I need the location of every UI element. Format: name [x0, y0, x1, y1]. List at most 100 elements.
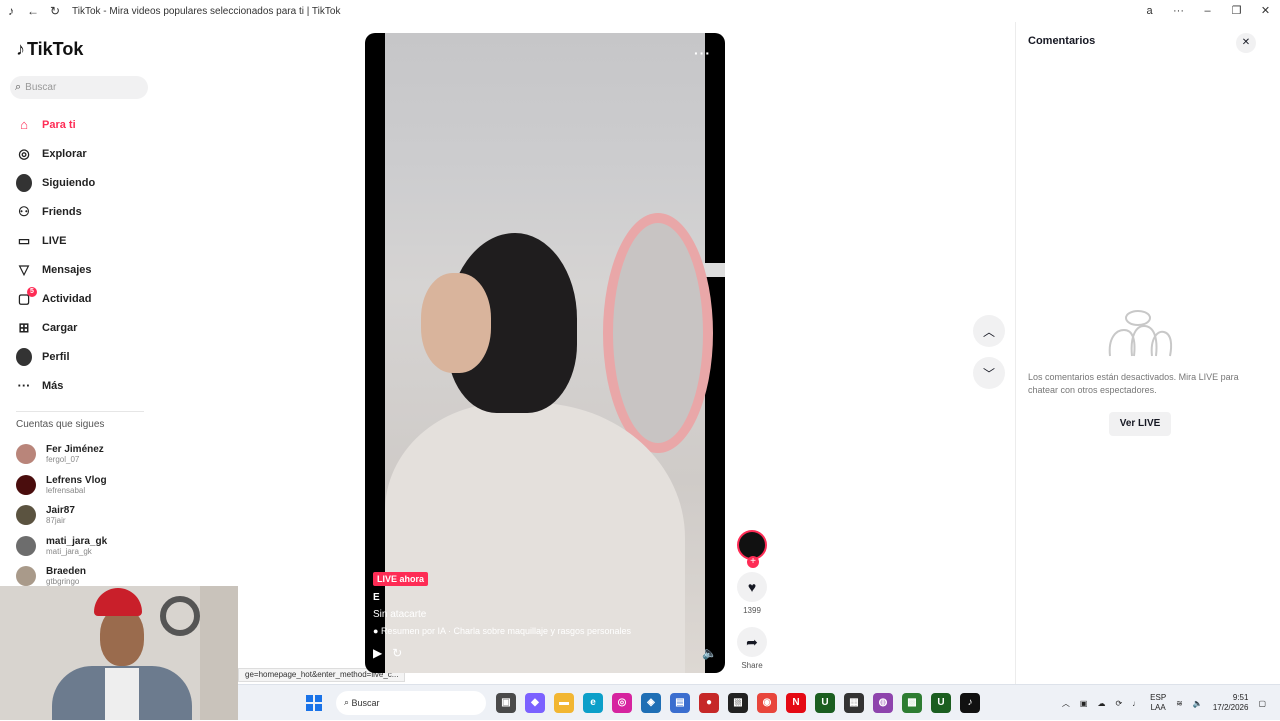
- back-icon[interactable]: ←: [22, 0, 44, 22]
- edge-icon[interactable]: e: [583, 692, 603, 713]
- netflix-icon[interactable]: N: [786, 692, 806, 713]
- more-icon[interactable]: ···: [1164, 0, 1193, 22]
- sidebar-item-label: LIVE: [42, 234, 67, 247]
- notification-icon[interactable]: ▢: [1258, 699, 1266, 708]
- taskbar-apps: ▣ ◆ ▬ e ◎ ◈ ▤ ● ▧ ◉ N U ▦ ◍ ▩ U ♪: [496, 692, 980, 713]
- tiktok-note-icon: ♪: [16, 39, 25, 59]
- headphones-image: [160, 596, 200, 636]
- sidebar-item-label: Siguiendo: [42, 176, 96, 189]
- following-avatar: [16, 474, 36, 495]
- minimize-icon[interactable]: –: [1193, 0, 1222, 22]
- following-item[interactable]: Lefrens Vlog lefrensabal: [16, 470, 156, 501]
- taskbar-search[interactable]: ⌕ Buscar: [336, 690, 486, 715]
- taskbar-clock[interactable]: 9:51 17/2/2026: [1213, 693, 1249, 713]
- sidebar-item-following-avatar[interactable]: Siguiendo: [0, 168, 160, 197]
- next-video-button[interactable]: ﹀: [973, 357, 1005, 389]
- sidebar-item-more-dots[interactable]: ··· Más: [0, 371, 160, 400]
- more-dots-icon: ···: [17, 378, 31, 393]
- windows-start-icon[interactable]: [306, 694, 322, 711]
- replay-icon[interactable]: ↻: [392, 646, 402, 660]
- video-frame: [385, 33, 725, 673]
- ai-summary: ● Resumen por IA · Charla sobre maquilla…: [373, 626, 631, 636]
- following-handle: gtbgringo: [46, 577, 80, 587]
- search-input[interactable]: ⌕ Buscar: [10, 76, 148, 99]
- wifi-icon[interactable]: ≋: [1176, 699, 1183, 708]
- video-author[interactable]: E: [373, 592, 380, 603]
- scene-face: [421, 273, 491, 373]
- taskbar-search-placeholder: Buscar: [351, 697, 380, 708]
- comments-disabled-message: Los comentarios están desactivados. Mira…: [1028, 372, 1239, 395]
- mic-icon[interactable]: ♩: [1132, 699, 1140, 708]
- browser-titlebar: ♪ ← ↻ TikTok - Mira videos populares sel…: [0, 0, 1280, 22]
- like-button[interactable]: ♥: [737, 572, 767, 602]
- close-comments-button[interactable]: ✕: [1236, 33, 1256, 53]
- following-item[interactable]: Jair87 87jair: [16, 500, 156, 531]
- tiktok-logo[interactable]: ♪ TikTok: [16, 39, 83, 60]
- restore-icon[interactable]: ❐: [1222, 0, 1251, 22]
- volume-icon[interactable]: 🔈: [702, 646, 717, 660]
- share-button[interactable]: ➦: [737, 627, 767, 657]
- sidebar-item-upload[interactable]: ⊞ Cargar: [0, 313, 160, 342]
- folder-icon[interactable]: ▬: [554, 692, 574, 713]
- chrome-icon[interactable]: ◉: [757, 692, 777, 713]
- watch-live-button[interactable]: Ver LIVE: [1109, 412, 1171, 436]
- capcut-icon[interactable]: ▧: [728, 692, 748, 713]
- speaker-icon[interactable]: 🔈: [1193, 699, 1203, 708]
- video-controls: ▶ ↻: [373, 646, 402, 660]
- sidebar-item-label: Explorar: [42, 147, 87, 160]
- previous-video-button[interactable]: ︿: [973, 315, 1005, 347]
- close-icon[interactable]: ✕: [1251, 0, 1280, 22]
- play-icon[interactable]: ▶: [373, 646, 382, 660]
- live-now-badge[interactable]: LIVE ahora: [373, 572, 429, 586]
- following-name: Jair87: [46, 505, 75, 517]
- cloud-icon[interactable]: ☁: [1097, 699, 1105, 708]
- windows-taskbar: ⌕ Buscar ▣ ◆ ▬ e ◎ ◈ ▤ ● ▧ ◉ N U ▦ ◍ ▩ U ♪ ︿ ▣ ☁ ⟳ ♩ ESP…: [238, 684, 1280, 720]
- sidebar-item-label: Cargar: [42, 321, 78, 334]
- store-icon[interactable]: ▤: [670, 692, 690, 713]
- copilot-icon[interactable]: ◆: [525, 692, 545, 713]
- security-icon[interactable]: ◈: [641, 692, 661, 713]
- translate-icon[interactable]: a: [1135, 0, 1164, 22]
- notes-icon[interactable]: ▦: [844, 692, 864, 713]
- scene-mirror: [603, 213, 713, 453]
- search-placeholder: Buscar: [25, 82, 57, 93]
- share-label: Share: [741, 661, 763, 670]
- instagram-icon[interactable]: ◎: [612, 692, 632, 713]
- following-name: Fer Jiménez: [46, 444, 104, 456]
- follow-plus-icon[interactable]: +: [747, 556, 759, 568]
- creator-live-avatar[interactable]: +: [737, 530, 767, 568]
- chat-app-icon[interactable]: ▩: [902, 692, 922, 713]
- comments-disabled-illustration: [1108, 310, 1173, 357]
- sidebar-item-live-tv[interactable]: ▭ LIVE: [0, 226, 160, 255]
- sync-icon[interactable]: ⟳: [1115, 699, 1122, 708]
- sidebar: ♪ TikTok ⌕ Buscar ⌂ Para ti ◎ Explorar Sigui…: [0, 22, 160, 602]
- reload-icon[interactable]: ↻: [44, 0, 66, 22]
- video-more-button[interactable]: ···: [694, 45, 711, 61]
- browser-icon[interactable]: ◍: [873, 692, 893, 713]
- sidebar-item-home[interactable]: ⌂ Para ti: [0, 110, 160, 139]
- recorder-icon[interactable]: ●: [699, 692, 719, 713]
- window-title: TikTok - Mira videos populares seleccion…: [72, 5, 341, 17]
- taskbar-search-icon: ⌕: [344, 697, 352, 707]
- red-cap: [94, 588, 142, 616]
- tray-app-icon[interactable]: ▣: [1080, 699, 1088, 708]
- share-icon: ➦: [746, 633, 758, 650]
- u-app-2-icon[interactable]: U: [931, 692, 951, 713]
- sidebar-item-activity[interactable]: ▢ Actividad 5: [0, 284, 160, 313]
- tiktok-taskbar-icon[interactable]: ♪: [960, 692, 980, 713]
- following-item[interactable]: Fer Jiménez fergol_07: [16, 439, 156, 470]
- following-item[interactable]: mati_jara_gk mati_jara_gk: [16, 531, 156, 562]
- sidebar-item-friends[interactable]: ⚇ Friends: [0, 197, 160, 226]
- sidebar-item-messages[interactable]: ▽ Mensajes: [0, 255, 160, 284]
- sidebar-item-compass[interactable]: ◎ Explorar: [0, 139, 160, 168]
- tray-chevron-icon[interactable]: ︿: [1062, 698, 1070, 709]
- language-indicator[interactable]: ESP LAA: [1150, 693, 1166, 713]
- webcam-overlay: [0, 586, 238, 720]
- file-explorer-icon[interactable]: ▣: [496, 692, 516, 713]
- u-app-icon[interactable]: U: [815, 692, 835, 713]
- video-player[interactable]: ··· LIVE ahora E Sin atacarte ● Resumen …: [365, 33, 725, 673]
- sidebar-item-profile-avatar[interactable]: Perfil: [0, 342, 160, 371]
- logo-text: TikTok: [27, 39, 84, 59]
- heart-icon: ♥: [747, 579, 757, 595]
- webcam-person-head: [100, 608, 144, 666]
